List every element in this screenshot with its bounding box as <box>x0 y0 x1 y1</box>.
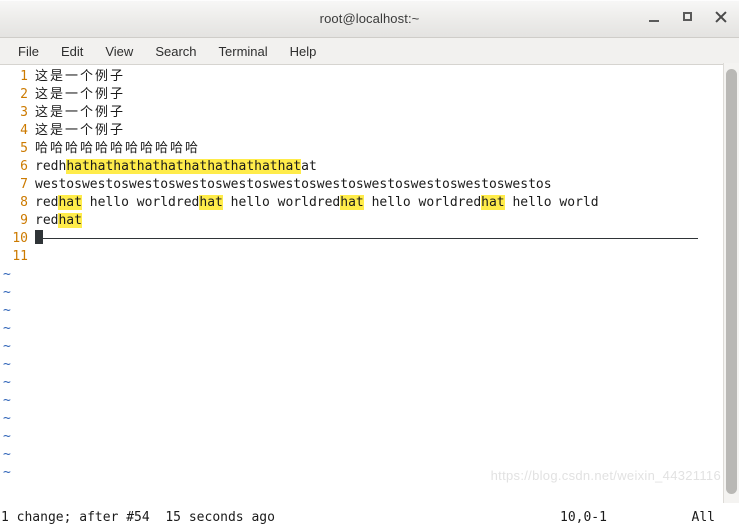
line-text: 这是一个例子 <box>35 69 126 84</box>
empty-line-marker: ~ <box>0 446 739 464</box>
scroll-indicator: All <box>691 510 715 525</box>
menu-item-file[interactable]: File <box>8 41 49 62</box>
tilde-icon: ~ <box>3 465 11 480</box>
line-text: hello worldred <box>222 195 341 210</box>
menu-item-edit[interactable]: Edit <box>51 41 93 62</box>
terminal-window: root@localhost:~ File Edit View Search T… <box>0 0 739 532</box>
line-text: hello world <box>504 195 599 210</box>
tilde-icon: ~ <box>3 357 11 372</box>
line-text: at <box>301 159 317 174</box>
editor-buffer[interactable]: 1 这是一个例子 2 这是一个例子 3 这是一个例子 4 这是一个例子 5 哈哈哈哈哈哈哈哈哈哈哈… <box>0 65 739 482</box>
empty-line-marker: ~ <box>0 356 739 374</box>
line-number: 7 <box>20 177 28 192</box>
line-text: hello worldred <box>81 195 200 210</box>
line-number: 10 <box>12 231 28 246</box>
search-match: hat <box>58 213 82 228</box>
line-text: redh <box>35 159 67 174</box>
line-text: 哈哈哈哈哈哈哈哈哈哈哈 <box>35 141 201 156</box>
line-text: hello worldred <box>363 195 482 210</box>
title-bar[interactable]: root@localhost:~ <box>0 0 739 38</box>
editor-line[interactable]: 1 这是一个例子 <box>0 68 739 86</box>
editor-line[interactable]: 6 redhhathathathathathathathathathatat <box>0 158 739 176</box>
editor-line[interactable]: 10 <box>0 230 739 248</box>
cursor-line-underline <box>43 238 698 239</box>
minimize-button[interactable] <box>647 9 663 25</box>
line-number: 11 <box>12 249 28 264</box>
empty-line-marker: ~ <box>0 266 739 284</box>
tilde-icon: ~ <box>3 321 11 336</box>
empty-line-marker: ~ <box>0 464 739 482</box>
close-button[interactable] <box>713 9 729 25</box>
terminal-screen[interactable]: 1 这是一个例子 2 这是一个例子 3 这是一个例子 4 这是一个例子 5 哈哈哈哈哈哈哈哈哈哈哈… <box>0 65 739 505</box>
empty-line-marker: ~ <box>0 284 739 302</box>
line-number: 6 <box>20 159 28 174</box>
tilde-icon: ~ <box>3 375 11 390</box>
search-match: hat <box>58 195 82 210</box>
line-text: 这是一个例子 <box>35 105 126 120</box>
empty-line-marker: ~ <box>0 338 739 356</box>
maximize-button[interactable] <box>680 9 696 25</box>
search-match: hat <box>199 195 223 210</box>
line-text: westoswestoswestoswestoswestoswestoswest… <box>35 177 552 192</box>
empty-line-marker: ~ <box>0 320 739 338</box>
tilde-icon: ~ <box>3 447 11 462</box>
status-message: 1 change; after #54 15 seconds ago <box>1 510 275 525</box>
tilde-icon: ~ <box>3 267 11 282</box>
editor-line[interactable]: 3 这是一个例子 <box>0 104 739 122</box>
window-title: root@localhost:~ <box>319 11 420 26</box>
empty-line-marker: ~ <box>0 410 739 428</box>
editor-line[interactable]: 4 这是一个例子 <box>0 122 739 140</box>
line-number: 4 <box>20 123 28 138</box>
editor-line[interactable]: 11 <box>0 248 739 266</box>
tilde-icon: ~ <box>3 339 11 354</box>
line-number: 1 <box>20 69 28 84</box>
line-number: 5 <box>20 141 28 156</box>
scrollbar-thumb[interactable] <box>726 69 737 494</box>
empty-line-marker: ~ <box>0 374 739 392</box>
editor-line[interactable]: 2 这是一个例子 <box>0 86 739 104</box>
search-match: hat <box>481 195 505 210</box>
maximize-icon <box>683 12 692 21</box>
editor-line[interactable]: 9 redhat <box>0 212 739 230</box>
line-text: red <box>35 213 59 228</box>
tilde-icon: ~ <box>3 393 11 408</box>
search-match: hathathathathathathathathathat <box>66 159 302 174</box>
menu-item-view[interactable]: View <box>95 41 143 62</box>
line-number: 2 <box>20 87 28 102</box>
tilde-icon: ~ <box>3 429 11 444</box>
window-controls <box>647 9 729 25</box>
search-match: hat <box>340 195 364 210</box>
empty-line-marker: ~ <box>0 428 739 446</box>
empty-line-marker: ~ <box>0 302 739 320</box>
line-number: 8 <box>20 195 28 210</box>
tilde-icon: ~ <box>3 285 11 300</box>
cursor-position: 10,0-1 <box>560 510 607 525</box>
menu-item-search[interactable]: Search <box>145 41 206 62</box>
tilde-icon: ~ <box>3 303 11 318</box>
line-number: 9 <box>20 213 28 228</box>
status-line: 1 change; after #54 15 seconds ago 10,0-… <box>0 505 739 532</box>
editor-line[interactable]: 7 westoswestoswestoswestoswestoswestoswes… <box>0 176 739 194</box>
menu-item-terminal[interactable]: Terminal <box>209 41 278 62</box>
text-cursor <box>35 230 43 244</box>
tilde-icon: ~ <box>3 411 11 426</box>
editor-line[interactable]: 8 redhat hello worldredhat hello worldred… <box>0 194 739 212</box>
minimize-icon <box>649 20 659 22</box>
menu-item-help[interactable]: Help <box>280 41 327 62</box>
line-text: red <box>35 195 59 210</box>
line-number: 3 <box>20 105 28 120</box>
empty-line-marker: ~ <box>0 392 739 410</box>
vertical-scrollbar[interactable] <box>723 63 739 503</box>
line-text: 这是一个例子 <box>35 87 126 102</box>
line-text: 这是一个例子 <box>35 123 126 138</box>
editor-line[interactable]: 5 哈哈哈哈哈哈哈哈哈哈哈 <box>0 140 739 158</box>
menu-bar: File Edit View Search Terminal Help <box>0 38 739 65</box>
